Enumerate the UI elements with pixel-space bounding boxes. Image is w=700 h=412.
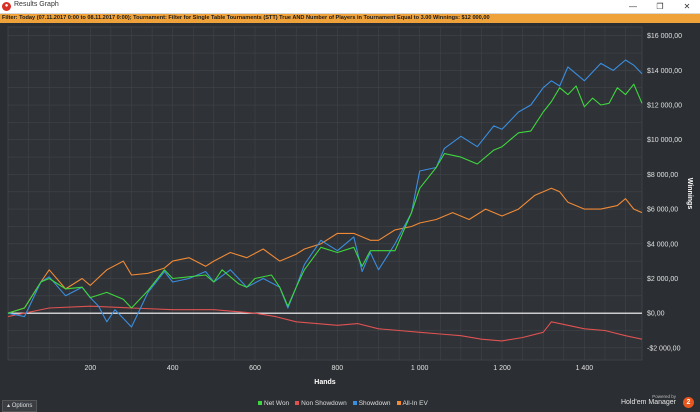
maximize-button[interactable]: ❐	[647, 0, 673, 13]
x-tick-label: 800	[332, 365, 344, 372]
chart-legend: Net Won Non Showdown Showdown All-In EV	[258, 400, 434, 407]
y-tick-label: $4 000,00	[647, 241, 678, 248]
options-label: Options	[11, 403, 33, 409]
close-button[interactable]: ✕	[674, 0, 700, 13]
x-axis-label: Hands	[314, 379, 336, 386]
legend-label: Non Showdown	[301, 400, 347, 407]
y-tick-label: $16 000,00	[647, 33, 682, 40]
legend-item: Showdown	[352, 400, 391, 407]
legend-swatch	[258, 401, 262, 406]
y-tick-label: $12 000,00	[647, 103, 682, 110]
legend-item: Non Showdown	[295, 400, 347, 407]
brand-logo-icon: 2	[683, 397, 694, 408]
x-tick-label: 1 000	[411, 365, 429, 372]
y-tick-label: -$2 000,00	[647, 345, 681, 352]
legend-swatch	[396, 401, 401, 406]
x-tick-label: 600	[249, 365, 261, 372]
legend-item: Net Won	[258, 400, 289, 407]
legend-item: All-In EV	[396, 400, 428, 407]
y-tick-label: $0,00	[647, 311, 665, 318]
x-tick-label: 200	[84, 365, 96, 372]
x-tick-label: 400	[167, 365, 179, 372]
x-tick-label: 1 400	[576, 365, 594, 372]
legend-swatch	[295, 401, 300, 406]
caret-up-icon: ▴	[7, 403, 11, 409]
legend-label: Net Won	[264, 400, 290, 407]
title-bar: ● Results Graph — ❐ ✕	[0, 0, 700, 14]
brand-name: Hold'em Manager	[620, 399, 676, 406]
filter-text: Filter: Today (07.11.2017 0:00 to 08.11.…	[2, 15, 490, 21]
plot-area	[7, 26, 643, 361]
y-tick-label: $10 000,00	[647, 137, 682, 144]
y-tick-label: $8 000,00	[647, 172, 678, 179]
y-tick-label: $6 000,00	[647, 207, 678, 214]
options-button[interactable]: ▴ Options	[2, 400, 38, 412]
minimize-button[interactable]: —	[620, 0, 646, 13]
y-tick-label: $14 000,00	[647, 68, 682, 75]
powered-by: Powered by Hold'em Manager	[621, 394, 676, 406]
results-chart: -$2 000,00 $0,00 $2 000,00 $4 000,00 $6 000,…	[7, 26, 693, 386]
window-title: Results Graph	[14, 1, 59, 8]
filter-bar: Filter: Today (07.11.2017 0:00 to 08.11.…	[0, 14, 700, 23]
legend-label: Showdown	[358, 400, 391, 407]
y-tick-label: $2 000,00	[647, 276, 678, 283]
record-icon: ●	[2, 2, 11, 11]
x-tick-label: 1 200	[493, 365, 511, 372]
legend-label: All-In EV	[402, 400, 428, 407]
legend-swatch	[352, 401, 357, 406]
y-axis-label: Winnings	[686, 178, 693, 210]
